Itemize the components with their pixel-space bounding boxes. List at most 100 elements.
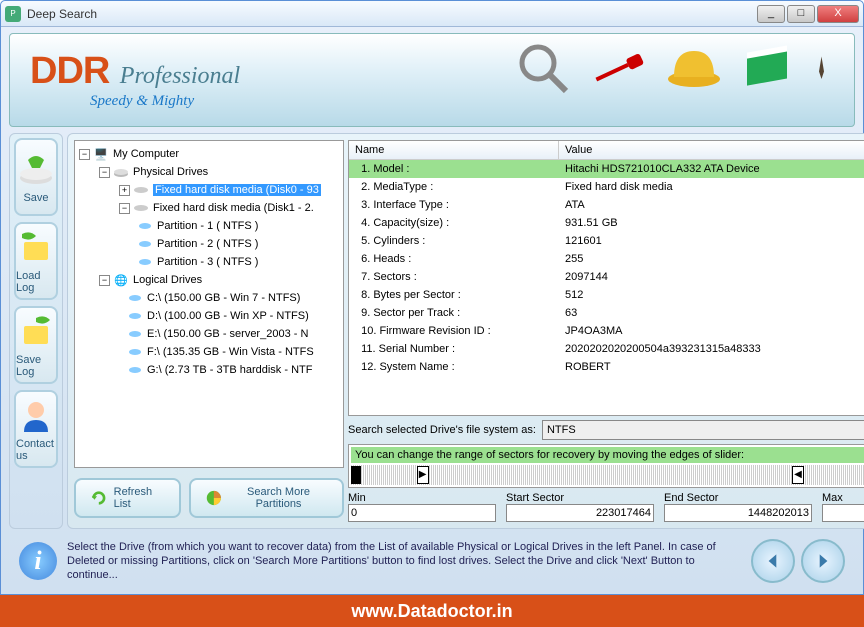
max-label: Max	[822, 492, 864, 504]
drive-tree[interactable]: −🖥️My Computer −Physical Drives +Fixed h…	[74, 140, 344, 468]
back-button[interactable]	[751, 539, 795, 583]
save-log-label: Save Log	[16, 354, 56, 378]
property-row[interactable]: 9. Sector per Track :63	[349, 304, 864, 322]
arrow-left-icon	[762, 550, 784, 572]
product-name: Professional	[120, 63, 240, 89]
collapse-icon[interactable]: −	[99, 275, 110, 286]
expand-icon[interactable]: +	[119, 185, 130, 196]
app-icon: P	[5, 6, 21, 22]
partition-icon	[137, 256, 153, 268]
tree-partition[interactable]: Partition - 2 ( NTFS )	[79, 235, 339, 253]
col-value[interactable]: Value	[559, 141, 864, 159]
contact-icon	[16, 396, 56, 436]
tree-partition[interactable]: Partition - 3 ( NTFS )	[79, 253, 339, 271]
save-log-icon	[16, 312, 56, 352]
search-fs-label: Search selected Drive's file system as:	[348, 424, 536, 436]
refresh-icon	[90, 488, 108, 508]
tree-logical-drive[interactable]: F:\ (135.35 GB - Win Vista - NTFS	[79, 343, 339, 361]
property-row[interactable]: 5. Cylinders :121601	[349, 232, 864, 250]
collapse-icon[interactable]: −	[119, 203, 130, 214]
min-input[interactable]	[348, 504, 496, 522]
save-icon	[16, 150, 56, 190]
sector-slider-box: You can change the range of sectors for …	[348, 444, 864, 488]
property-row[interactable]: 10. Firmware Revision ID :JP4OA3MA	[349, 322, 864, 340]
tree-disk1[interactable]: −Fixed hard disk media (Disk1 - 2.	[79, 199, 339, 217]
save-log-button[interactable]: Save Log	[14, 306, 58, 384]
partition-icon	[137, 220, 153, 232]
property-row[interactable]: 12. System Name :ROBERT	[349, 358, 864, 376]
globe-icon: 🌐	[113, 274, 129, 286]
disk-icon	[133, 202, 149, 214]
property-row[interactable]: 7. Sectors :2097144	[349, 268, 864, 286]
drive-icon	[127, 292, 143, 304]
start-sector-input[interactable]	[506, 504, 654, 522]
slider-hint: You can change the range of sectors for …	[351, 447, 864, 463]
sector-slider[interactable]: ▶ ◀	[351, 465, 864, 485]
drive-icon	[127, 346, 143, 358]
drive-icon	[127, 310, 143, 322]
collapse-icon[interactable]: −	[79, 149, 90, 160]
next-button[interactable]	[801, 539, 845, 583]
partition-icon	[137, 238, 153, 250]
brand-logo: DDR	[30, 50, 109, 92]
load-log-label: Load Log	[16, 270, 56, 294]
drive-icon	[127, 328, 143, 340]
info-icon: i	[19, 542, 57, 580]
minimize-button[interactable]: _	[757, 5, 785, 23]
book-icon	[739, 39, 799, 99]
sidebar: Save Load Log Save Log Contact us	[9, 133, 63, 529]
end-sector-label: End Sector	[664, 492, 812, 504]
info-text: Select the Drive (from which you want to…	[67, 540, 741, 582]
property-row[interactable]: 1. Model :Hitachi HDS721010CLA332 ATA De…	[349, 160, 864, 178]
pie-icon	[205, 488, 223, 508]
window-title: Deep Search	[27, 7, 757, 21]
magnifier-icon	[514, 39, 574, 99]
titlebar: P Deep Search _ □ X	[1, 1, 863, 27]
banner: DDR Professional Speedy & Mighty	[9, 33, 855, 127]
contact-label: Contact us	[16, 438, 56, 462]
end-sector-input[interactable]	[664, 504, 812, 522]
property-row[interactable]: 2. MediaType :Fixed hard disk media	[349, 178, 864, 196]
load-log-button[interactable]: Load Log	[14, 222, 58, 300]
col-name[interactable]: Name	[349, 141, 559, 159]
computer-icon: 🖥️	[93, 148, 109, 160]
filesystem-select[interactable]: NTFS	[542, 420, 864, 440]
property-row[interactable]: 6. Heads :255	[349, 250, 864, 268]
pen-icon	[814, 39, 844, 99]
property-row[interactable]: 4. Capacity(size) :931.51 GB	[349, 214, 864, 232]
search-more-partitions-button[interactable]: Search More Partitions	[189, 478, 344, 518]
drive-icon	[127, 364, 143, 376]
tree-disk0[interactable]: +Fixed hard disk media (Disk0 - 93	[79, 181, 339, 199]
property-row[interactable]: 8. Bytes per Sector :512	[349, 286, 864, 304]
max-input[interactable]	[822, 504, 864, 522]
screwdriver-icon	[589, 39, 649, 99]
tree-logical-drive[interactable]: C:\ (150.00 GB - Win 7 - NTFS)	[79, 289, 339, 307]
tree-physical[interactable]: −Physical Drives	[79, 163, 339, 181]
arrow-right-icon	[812, 550, 834, 572]
refresh-label: Refresh List	[114, 486, 166, 510]
contact-us-button[interactable]: Contact us	[14, 390, 58, 468]
collapse-icon[interactable]: −	[99, 167, 110, 178]
property-row[interactable]: 3. Interface Type :ATA	[349, 196, 864, 214]
properties-table: Name Value 1. Model :Hitachi HDS721010CL…	[348, 140, 864, 416]
start-sector-label: Start Sector	[506, 492, 654, 504]
hardhat-icon	[664, 39, 724, 99]
drives-icon	[113, 166, 129, 178]
slider-start-thumb[interactable]: ▶	[417, 466, 429, 484]
refresh-list-button[interactable]: Refresh List	[74, 478, 181, 518]
close-button[interactable]: X	[817, 5, 859, 23]
tagline: Speedy & Mighty	[90, 93, 240, 110]
save-button[interactable]: Save	[14, 138, 58, 216]
tree-logical-drive[interactable]: D:\ (100.00 GB - Win XP - NTFS)	[79, 307, 339, 325]
save-label: Save	[23, 192, 48, 204]
slider-end-thumb[interactable]: ◀	[792, 466, 804, 484]
maximize-button[interactable]: □	[787, 5, 815, 23]
tree-logical[interactable]: −🌐Logical Drives	[79, 271, 339, 289]
tree-logical-drive[interactable]: G:\ (2.73 TB - 3TB harddisk - NTF	[79, 361, 339, 379]
property-row[interactable]: 11. Serial Number :2020202020200504a3932…	[349, 340, 864, 358]
slider-min-thumb[interactable]	[351, 466, 361, 484]
tree-partition[interactable]: Partition - 1 ( NTFS )	[79, 217, 339, 235]
tree-logical-drive[interactable]: E:\ (150.00 GB - server_2003 - N	[79, 325, 339, 343]
url-bar: www.Datadoctor.in	[0, 595, 864, 627]
tree-root[interactable]: −🖥️My Computer	[79, 145, 339, 163]
